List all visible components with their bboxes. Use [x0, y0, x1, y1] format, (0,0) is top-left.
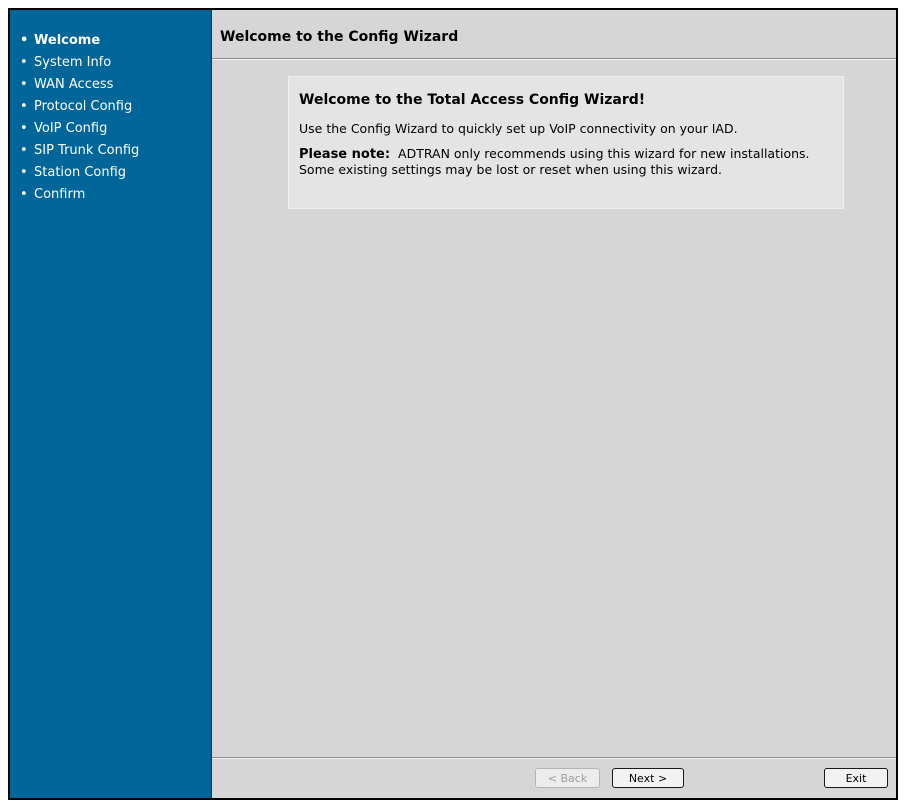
- welcome-heading: Welcome to the Total Access Config Wizar…: [299, 92, 646, 108]
- bullet-icon: •: [20, 33, 29, 48]
- step-label: SIP Trunk Config: [34, 143, 140, 158]
- bullet-icon: •: [20, 165, 28, 180]
- step-confirm[interactable]: • Confirm: [10, 184, 211, 206]
- step-station-config[interactable]: • Station Config: [10, 162, 211, 184]
- step-label: WAN Access: [34, 77, 114, 92]
- welcome-panel: Welcome to the Total Access Config Wizar…: [288, 76, 844, 209]
- step-welcome[interactable]: • Welcome: [10, 30, 211, 52]
- next-button[interactable]: Next >: [612, 768, 684, 788]
- title-bar: Welcome to the Config Wizard: [212, 10, 896, 59]
- bullet-icon: •: [20, 143, 28, 158]
- welcome-intro: Use the Config Wizard to quickly set up …: [299, 121, 738, 136]
- wizard-content: Welcome to the Config Wizard Welcome to …: [212, 10, 896, 798]
- bullet-icon: •: [20, 121, 28, 136]
- bullet-icon: •: [20, 187, 28, 202]
- step-protocol-config[interactable]: • Protocol Config: [10, 96, 211, 118]
- wizard-footer: < Back Next > Exit: [212, 757, 896, 798]
- step-label: System Info: [34, 55, 112, 70]
- bullet-icon: •: [20, 55, 28, 70]
- page-title: Welcome to the Config Wizard: [220, 29, 459, 45]
- step-label: Welcome: [34, 33, 101, 48]
- step-voip-config[interactable]: • VoIP Config: [10, 118, 211, 140]
- bullet-icon: •: [20, 77, 28, 92]
- step-label: Protocol Config: [34, 99, 133, 114]
- step-label: Station Config: [34, 165, 127, 180]
- step-system-info[interactable]: • System Info: [10, 52, 211, 74]
- bullet-icon: •: [20, 99, 28, 114]
- back-button[interactable]: < Back: [535, 768, 600, 788]
- wizard-steps-sidebar: • Welcome • System Info • WAN Access • Proto…: [10, 10, 212, 798]
- wizard-steps-list: • Welcome • System Info • WAN Access • Proto…: [10, 30, 211, 206]
- exit-button[interactable]: Exit: [824, 768, 888, 788]
- step-wan-access[interactable]: • WAN Access: [10, 74, 211, 96]
- wizard-window: • Welcome • System Info • WAN Access • Proto…: [8, 8, 898, 800]
- note-label: Please note:: [299, 147, 391, 162]
- step-label: Confirm: [34, 187, 86, 202]
- step-sip-trunk-config[interactable]: • SIP Trunk Config: [10, 140, 211, 162]
- welcome-note: Please note: ADTRAN only recommends usin…: [299, 146, 833, 177]
- step-label: VoIP Config: [34, 121, 108, 136]
